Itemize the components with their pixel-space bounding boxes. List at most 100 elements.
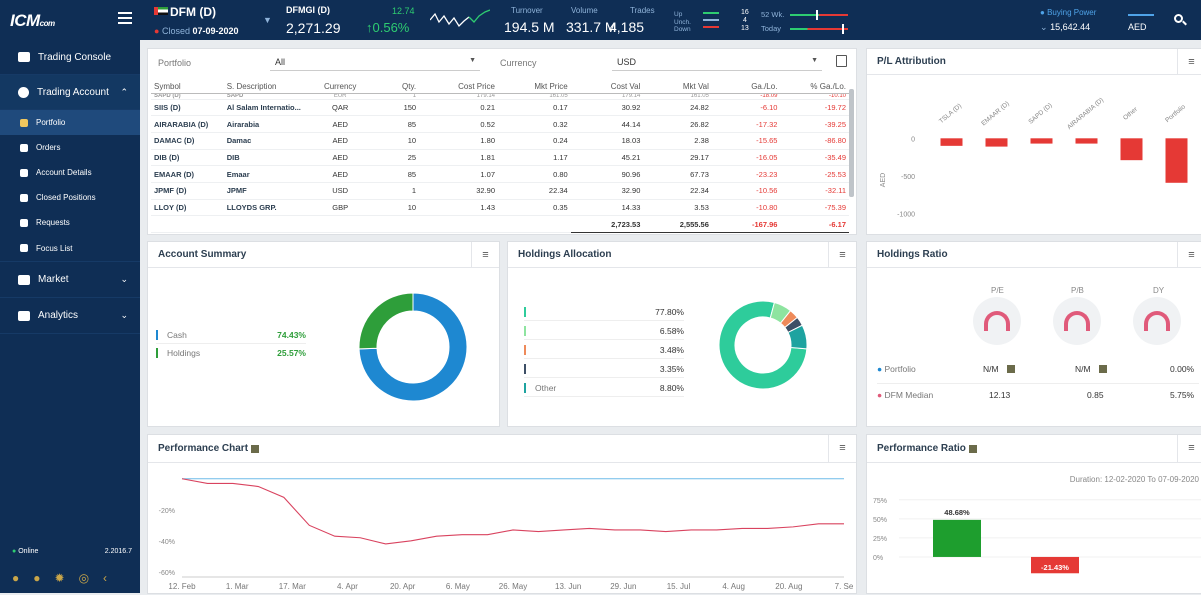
allocation-legend-row: 3.35% xyxy=(524,361,684,378)
table-cell: -10.80 xyxy=(711,199,781,217)
ratio-row-label: Portfolio xyxy=(884,364,916,374)
x-tick-label: SAPD (D) xyxy=(1027,102,1053,126)
down-count: 13 xyxy=(741,25,749,32)
panel-header: Account Summary ≡ xyxy=(148,241,499,268)
filter-icon[interactable]: ≡ xyxy=(471,241,499,268)
x-tick-label: 15. Jul xyxy=(667,582,691,591)
column-header[interactable]: Qty. xyxy=(373,80,420,94)
ratio-header-dy: DY xyxy=(1153,286,1165,295)
exchange-symbol[interactable]: DFM (D) xyxy=(170,5,216,19)
legend-value: 25.57% xyxy=(277,348,306,358)
column-header[interactable]: Cost Val xyxy=(570,80,644,94)
search-icon[interactable] xyxy=(1174,14,1187,26)
table-cell: SIIS (D) xyxy=(151,99,224,117)
column-header[interactable]: Mkt Val xyxy=(643,80,712,94)
portfolio-select[interactable]: All ▼ xyxy=(270,53,480,71)
table-row[interactable]: AIRARABIA (D) Airarabia AED 85 0.52 0.32 44.14… xyxy=(151,115,849,133)
total-cell: 2,723.53 xyxy=(570,215,644,233)
table-cell: Airarabia xyxy=(223,115,307,133)
table-row[interactable]: JPMF (D) JPMF USD 1 32.90 22.34 32.90 22.34 -10.… xyxy=(151,182,849,200)
column-header[interactable]: Currency xyxy=(306,80,374,94)
sidebar-item-market[interactable]: Market ⌄ xyxy=(0,262,140,298)
table-row[interactable]: DAMAC (D) Damac AED 10 1.80 0.24 18.03 2.38 -15.… xyxy=(151,132,849,150)
table-cell: Emaar xyxy=(223,165,307,183)
index-name[interactable]: DFMGI (D) xyxy=(286,5,330,15)
chevron-down-icon[interactable]: ▼ xyxy=(263,15,272,25)
empty-cell xyxy=(498,215,571,233)
table-row[interactable]: DIB (D) DIB AED 25 1.81 1.17 45.21 29.17 -16.05-… xyxy=(151,149,849,167)
panel-title: Performance Ratio xyxy=(877,443,966,454)
info-icon[interactable] xyxy=(968,444,977,453)
focus-list-icon xyxy=(20,244,28,252)
panel-title: Holdings Ratio xyxy=(877,249,948,260)
table-cell: 45.21 xyxy=(570,149,644,167)
currency-label[interactable]: AED xyxy=(1128,22,1147,32)
filter-icon[interactable]: ≡ xyxy=(1177,241,1201,268)
column-header[interactable]: Ga./Lo. xyxy=(711,80,781,94)
y-tick-label: -40% xyxy=(159,539,175,546)
sidebar-item-orders[interactable]: Orders xyxy=(0,135,140,160)
legend-marker xyxy=(156,329,158,340)
sidebar-item-trading-console[interactable]: Trading Console xyxy=(0,40,140,75)
info-icon[interactable] xyxy=(1099,365,1107,373)
flag-icon xyxy=(154,7,168,15)
table-cell: 22.34 xyxy=(643,182,712,200)
market-status: ● Closed 07-09-2020 xyxy=(154,26,239,36)
sidebar-item-portfolio[interactable]: Portfolio xyxy=(0,110,140,135)
table-row[interactable]: SIIS (D) Al Salam Internatio... QAR 150 0.21… xyxy=(151,99,849,117)
table-scrollbar[interactable] xyxy=(849,89,854,197)
column-header[interactable]: Mkt Price xyxy=(498,80,571,94)
column-header[interactable]: % Ga./Lo. xyxy=(780,80,849,94)
sidebar-item-requests[interactable]: Requests xyxy=(0,210,140,235)
sidebar-item-closed-positions[interactable]: Closed Positions xyxy=(0,185,140,210)
y-tick-label: 50% xyxy=(873,517,887,524)
sidebar-item-analytics[interactable]: Analytics ⌄ xyxy=(0,298,140,334)
duration-label: Duration: 12-02-2020 To 07-09-2020 xyxy=(1069,475,1199,484)
column-header[interactable]: Cost Price xyxy=(419,80,498,94)
currency-select[interactable]: USD ▼ xyxy=(612,53,822,71)
closed-positions-icon xyxy=(20,193,28,202)
table-row[interactable]: EMAAR (D) Emaar AED 85 1.07 0.80 90.96 67.73 -23… xyxy=(151,165,849,183)
currency-select-value: USD xyxy=(617,57,637,67)
buying-power-amount: 15,642.44 xyxy=(1050,22,1091,32)
sidebar-item-trading-account[interactable]: Trading Account ⌃ xyxy=(0,75,140,110)
requests-icon xyxy=(20,218,28,227)
data-label: 48.68% xyxy=(944,508,970,517)
up-label: Up xyxy=(674,11,683,18)
ratio-value: N/M xyxy=(1075,364,1091,374)
gear-icon[interactable]: ✹ xyxy=(55,571,65,585)
sidebar-label: Requests xyxy=(36,218,70,227)
sidebar-item-focus-list[interactable]: Focus List xyxy=(0,235,140,262)
filter-icon[interactable]: ≡ xyxy=(1177,434,1201,463)
panel-title: Account Summary xyxy=(158,249,247,260)
info-icon[interactable]: ● xyxy=(33,571,40,585)
collapse-icon[interactable]: ‹ xyxy=(103,571,107,585)
table-row[interactable]: LLOY (D) LLOYDS GRP. GBP 10 1.43 0.35 14.33 3.5… xyxy=(151,199,849,217)
info-icon[interactable] xyxy=(251,444,260,453)
filter-icon[interactable]: ≡ xyxy=(828,241,856,268)
buying-power-value[interactable]: ⌄ 15,642.44 xyxy=(1040,22,1090,33)
total-cell: 2,555.56 xyxy=(643,215,712,233)
sidebar-item-account-details[interactable]: Account Details xyxy=(0,160,140,185)
menu-icon[interactable] xyxy=(118,12,132,24)
allocation-legend-row: 77.80% xyxy=(524,304,684,321)
table-cell: AED xyxy=(306,149,374,167)
export-icon[interactable] xyxy=(836,55,847,67)
pl-bar xyxy=(1165,138,1188,183)
table-cell: -19.72 xyxy=(780,99,849,117)
portfolio-filter-bar: Portfolio All ▼ Currency USD ▼ xyxy=(148,49,856,77)
holdings-ratio-panel: Holdings Ratio ≡ P/E P/B DY ● Portfolio N… xyxy=(866,241,1201,427)
ratio-gauge xyxy=(973,297,1021,345)
help-icon[interactable]: ● xyxy=(12,571,19,585)
table-cell: DAMAC (D) xyxy=(151,132,224,150)
column-header[interactable]: S. Description xyxy=(223,80,307,94)
support-icon[interactable]: ◎ xyxy=(79,571,89,585)
table-cell: -15.65 xyxy=(711,132,781,150)
legend-value: 6.58% xyxy=(659,326,684,336)
filter-icon[interactable]: ≡ xyxy=(1177,48,1201,75)
info-icon[interactable] xyxy=(1007,365,1015,373)
column-header[interactable]: Symbol xyxy=(151,80,224,94)
legend-marker xyxy=(524,326,526,336)
table-cell: 0.32 xyxy=(498,115,571,133)
filter-icon[interactable]: ≡ xyxy=(828,434,856,463)
